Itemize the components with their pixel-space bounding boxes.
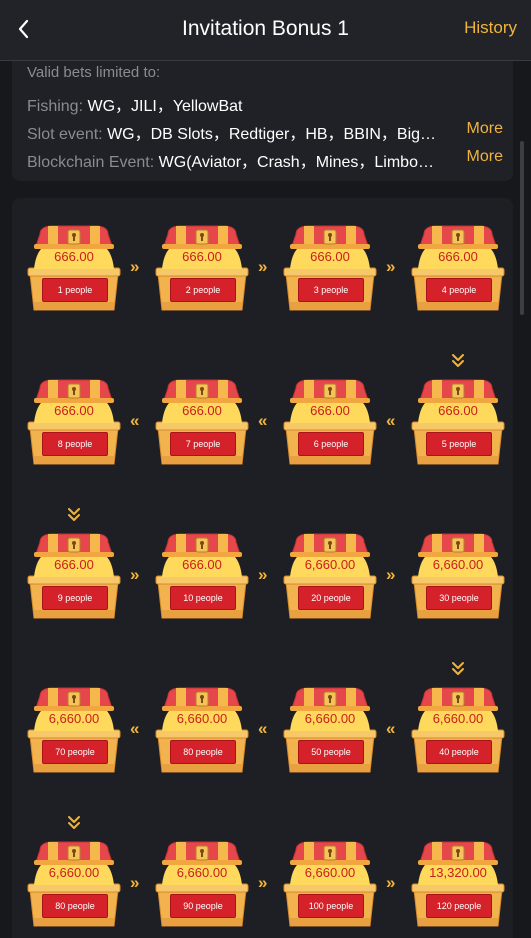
- reward-chest[interactable]: 6,660.00 40 people: [410, 684, 506, 776]
- people-count-label: 5 people: [426, 432, 492, 456]
- app-header: Invitation Bonus 1 History: [0, 0, 531, 61]
- blockchain-event-row: Blockchain Event: WG(Aviator，Crash，Mines…: [27, 148, 462, 172]
- arrow-left-icon: «: [386, 411, 396, 430]
- reward-chest[interactable]: 6,660.00 80 people: [26, 838, 122, 930]
- reward-amount: 666.00: [182, 249, 222, 264]
- slot-event-label: Slot event:: [27, 126, 103, 143]
- arrow-right-icon: »: [258, 873, 268, 892]
- valid-bets-heading: Valid bets limited to:: [27, 64, 161, 81]
- people-count-label: 2 people: [170, 278, 236, 302]
- fishing-row: Fishing: WG，JILI，YellowBat: [27, 92, 462, 116]
- blockchain-event-value: WG(Aviator，Crash，Mines，Limbo…: [158, 154, 434, 171]
- arrow-right-icon: »: [258, 257, 268, 276]
- people-count-label: 100 people: [298, 894, 364, 918]
- reward-chest[interactable]: 6,660.00 70 people: [26, 684, 122, 776]
- fishing-label: Fishing:: [27, 98, 84, 115]
- arrow-right-icon: »: [386, 873, 396, 892]
- reward-chest[interactable]: 666.00 6 people: [282, 376, 378, 468]
- reward-amount: 666.00: [438, 249, 478, 264]
- reward-amount: 6,660.00: [176, 711, 228, 726]
- people-count-label: 40 people: [426, 740, 492, 764]
- blockchain-event-label: Blockchain Event:: [27, 154, 155, 171]
- slot-event-value: WG，DB Slots，Redtiger，HB，BBIN，Big…: [107, 126, 437, 143]
- reward-chest[interactable]: 666.00 8 people: [26, 376, 122, 468]
- reward-amount: 666.00: [182, 403, 222, 418]
- reward-chest[interactable]: 13,320.00 120 people: [410, 838, 506, 930]
- people-count-label: 120 people: [426, 894, 492, 918]
- people-count-label: 9 people: [42, 586, 108, 610]
- arrow-down-icon: [66, 815, 82, 834]
- arrow-down-icon: [450, 661, 466, 680]
- fishing-value: WG，JILI，YellowBat: [87, 98, 243, 115]
- reward-chest[interactable]: 666.00 10 people: [154, 530, 250, 622]
- people-count-label: 1 people: [42, 278, 108, 302]
- people-count-label: 6 people: [298, 432, 364, 456]
- reward-amount: 6,660.00: [432, 557, 484, 572]
- people-count-label: 80 people: [170, 740, 236, 764]
- reward-chest[interactable]: 6,660.00 50 people: [282, 684, 378, 776]
- people-count-label: 4 people: [426, 278, 492, 302]
- arrow-left-icon: «: [130, 411, 140, 430]
- reward-chest[interactable]: 666.00 3 people: [282, 222, 378, 314]
- people-count-label: 70 people: [42, 740, 108, 764]
- arrow-down-icon: [66, 507, 82, 526]
- slot-event-row: Slot event: WG，DB Slots，Redtiger，HB，BBIN…: [27, 120, 462, 144]
- reward-amount: 666.00: [54, 557, 94, 572]
- reward-grid: 666.00 1 people 666.00 2 people 666.00 3 peop…: [12, 198, 513, 938]
- reward-amount: 666.00: [310, 249, 350, 264]
- arrow-left-icon: «: [258, 719, 268, 738]
- people-count-label: 7 people: [170, 432, 236, 456]
- reward-chest[interactable]: 6,660.00 80 people: [154, 684, 250, 776]
- people-count-label: 3 people: [298, 278, 364, 302]
- arrow-left-icon: «: [130, 719, 140, 738]
- arrow-left-icon: «: [258, 411, 268, 430]
- reward-amount: 6,660.00: [304, 865, 356, 880]
- reward-amount: 6,660.00: [432, 711, 484, 726]
- people-count-label: 50 people: [298, 740, 364, 764]
- arrow-right-icon: »: [130, 565, 140, 584]
- scrollbar[interactable]: [520, 141, 524, 315]
- reward-amount: 6,660.00: [48, 711, 100, 726]
- arrow-right-icon: »: [130, 257, 140, 276]
- people-count-label: 80 people: [42, 894, 108, 918]
- reward-amount: 666.00: [54, 249, 94, 264]
- reward-chest[interactable]: 666.00 5 people: [410, 376, 506, 468]
- reward-chest[interactable]: 666.00 9 people: [26, 530, 122, 622]
- blockchain-event-more-link[interactable]: More: [467, 148, 503, 166]
- reward-chest[interactable]: 6,660.00 20 people: [282, 530, 378, 622]
- reward-chest[interactable]: 666.00 7 people: [154, 376, 250, 468]
- reward-amount: 6,660.00: [48, 865, 100, 880]
- arrow-down-icon: [450, 353, 466, 372]
- people-count-label: 30 people: [426, 586, 492, 610]
- arrow-right-icon: »: [386, 565, 396, 584]
- reward-chest[interactable]: 6,660.00 100 people: [282, 838, 378, 930]
- people-count-label: 10 people: [170, 586, 236, 610]
- reward-amount: 666.00: [182, 557, 222, 572]
- reward-chest[interactable]: 6,660.00 30 people: [410, 530, 506, 622]
- reward-amount: 6,660.00: [176, 865, 228, 880]
- reward-chest[interactable]: 666.00 2 people: [154, 222, 250, 314]
- people-count-label: 8 people: [42, 432, 108, 456]
- reward-amount: 666.00: [54, 403, 94, 418]
- reward-chest[interactable]: 666.00 4 people: [410, 222, 506, 314]
- people-count-label: 20 people: [298, 586, 364, 610]
- reward-amount: 666.00: [438, 403, 478, 418]
- history-link[interactable]: History: [464, 18, 517, 38]
- people-count-label: 90 people: [170, 894, 236, 918]
- reward-chest[interactable]: 6,660.00 90 people: [154, 838, 250, 930]
- arrow-left-icon: «: [386, 719, 396, 738]
- page-title: Invitation Bonus 1: [182, 17, 349, 40]
- slot-event-more-link[interactable]: More: [467, 120, 503, 138]
- reward-amount: 6,660.00: [304, 557, 356, 572]
- reward-chest[interactable]: 666.00 1 people: [26, 222, 122, 314]
- reward-amount: 666.00: [310, 403, 350, 418]
- arrow-right-icon: »: [386, 257, 396, 276]
- arrow-right-icon: »: [258, 565, 268, 584]
- reward-amount: 6,660.00: [304, 711, 356, 726]
- arrow-right-icon: »: [130, 873, 140, 892]
- reward-amount: 13,320.00: [429, 865, 487, 880]
- valid-bets-panel: Valid bets limited to: Fishing: WG，JILI，…: [12, 61, 513, 181]
